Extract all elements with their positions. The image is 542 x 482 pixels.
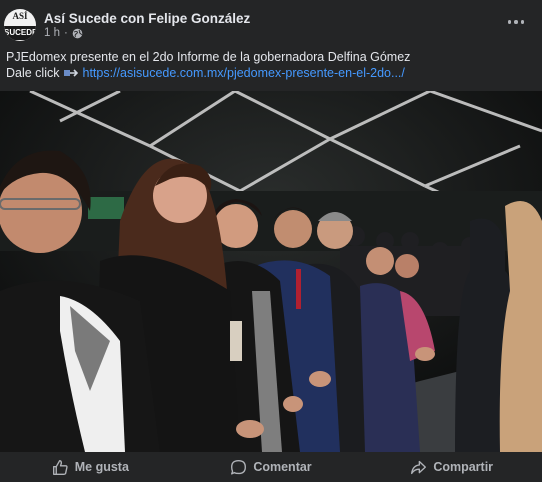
page-name-link[interactable]: Así Sucede con Felipe González bbox=[44, 11, 250, 26]
post-header: ASÍ SUCEDE Así Sucede con Felipe Gonzále… bbox=[0, 0, 542, 44]
globe-icon bbox=[72, 28, 83, 38]
meta-separator: · bbox=[64, 27, 68, 39]
post-text-line2: Dale click https://asisucede.com.mx/pjed… bbox=[6, 66, 405, 80]
comment-icon bbox=[231, 459, 247, 475]
post-meta: 1 h · bbox=[44, 27, 83, 39]
like-label: Me gusta bbox=[74, 460, 129, 474]
comment-button[interactable]: Comentar bbox=[181, 459, 362, 476]
share-button[interactable]: Compartir bbox=[361, 459, 542, 476]
like-icon bbox=[52, 459, 68, 475]
event-photo-illustration bbox=[0, 91, 542, 452]
post-text-prefix: Dale click bbox=[6, 66, 60, 80]
page-avatar[interactable]: ASÍ SUCEDE bbox=[4, 9, 36, 41]
post-time[interactable]: 1 h bbox=[44, 27, 60, 39]
comment-label: Comentar bbox=[253, 460, 312, 474]
post-link[interactable]: https://asisucede.com.mx/pjedomex-presen… bbox=[83, 66, 405, 80]
post-action-bar: Me gusta Comentar Compartir bbox=[0, 452, 542, 482]
post-photo[interactable] bbox=[0, 91, 542, 452]
avatar-text-bottom: SUCEDE bbox=[4, 26, 36, 40]
share-label: Compartir bbox=[433, 460, 494, 474]
more-options-icon[interactable] bbox=[506, 14, 526, 30]
like-button[interactable]: Me gusta bbox=[0, 459, 181, 476]
share-icon bbox=[411, 460, 427, 474]
link-icon bbox=[63, 69, 78, 77]
post-text-line1: PJEdomex presente en el 2do Informe de l… bbox=[6, 50, 411, 64]
avatar-text-top: ASÍ bbox=[12, 11, 28, 21]
facebook-post: ASÍ SUCEDE Así Sucede con Felipe Gonzále… bbox=[0, 0, 542, 482]
